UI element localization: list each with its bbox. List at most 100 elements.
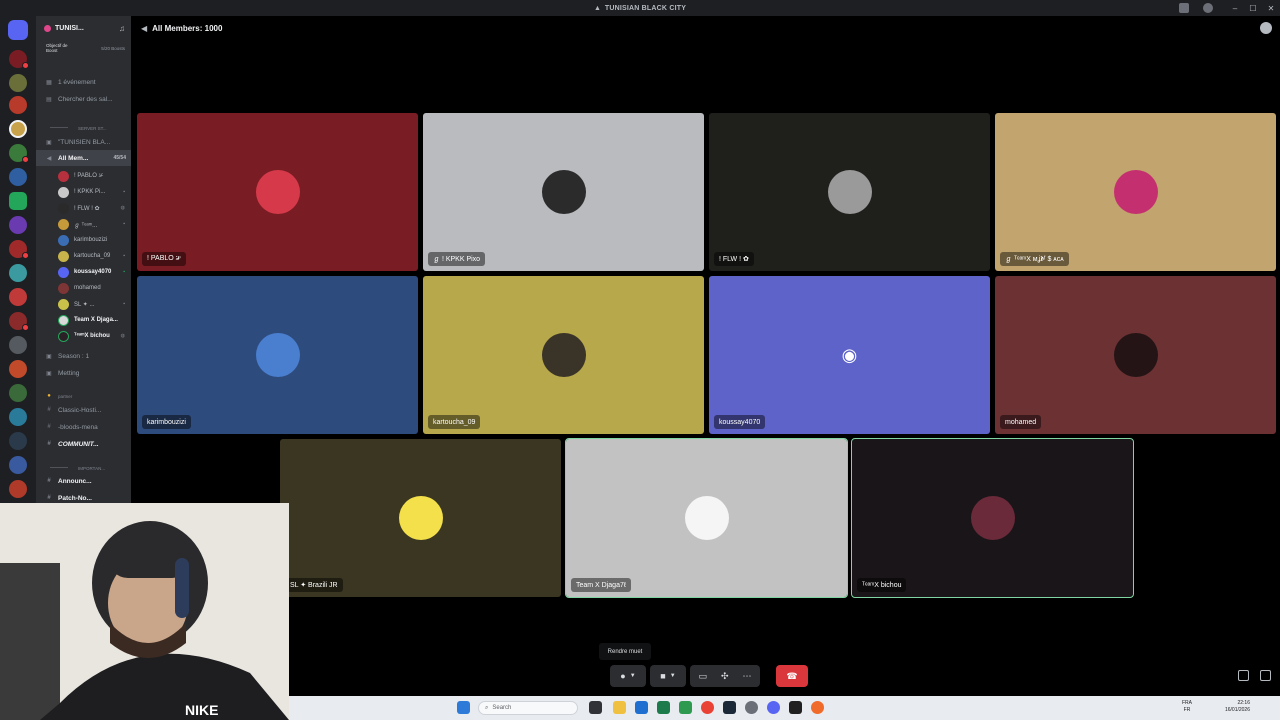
activity-icon[interactable]: ✣ [721,671,729,682]
server-icon[interactable] [9,264,27,282]
task-view-icon[interactable] [589,701,602,714]
sidebar-item-classic-hosting[interactable]: # Classic-Hosti... [36,402,131,418]
voice-tile[interactable]: ! PABLO ቻ [137,113,418,271]
discord-taskbar-icon[interactable] [767,701,780,714]
server-icon[interactable] [9,480,27,498]
voice-tile[interactable]: ! FLW ! ✿ [709,113,990,271]
edge-icon[interactable] [635,701,648,714]
sidebar-item-season[interactable]: ▣ Season : 1 [36,348,131,364]
lock-icon: ▣ [46,370,52,377]
sidebar-item-tunisien-channel[interactable]: ▣ "TUNISIEN BLA... [36,134,131,150]
discord-logo-icon: ◉ [841,344,858,365]
voice-user[interactable]: ᵀᵉᵃᵐX bichou ◍ [36,328,131,344]
server-icon[interactable] [9,384,27,402]
steam-icon[interactable] [723,701,736,714]
hash-icon: # [47,424,51,430]
language-indicator[interactable]: FRA FR [1182,700,1192,714]
voice-user[interactable]: koussay4070 ▪ [36,264,131,280]
chrome-icon[interactable] [701,701,714,714]
boost-progress[interactable]: Objectif de Boost 5/20 Boosts [36,40,131,56]
server-icon[interactable] [9,336,27,354]
screen-share-icon[interactable]: ▭ [698,671,707,682]
chevron-down-icon[interactable]: ▼ [630,673,636,679]
server-icon[interactable] [9,408,27,426]
sidebar-item-browse-channels[interactable]: ▤ Chercher des sal... [36,91,131,107]
search-placeholder: Search [492,705,512,711]
sidebar-item-label: All Mem... [58,154,89,162]
bell-icon[interactable]: ♫ [119,24,125,33]
voice-user[interactable]: ℊ ᵀᵉᵃᵐ... ▪ [36,216,131,232]
server-icon[interactable] [9,456,27,474]
voice-user[interactable]: mohamed [36,280,131,296]
voice-tile[interactable]: mohamed [995,276,1276,434]
voice-tile[interactable]: SL ✦ Brazili JR [280,439,561,597]
sidebar-item-announcements[interactable]: # Announc... [36,473,131,489]
stream-icon: ◍ [120,333,125,339]
discord-home-icon[interactable] [8,20,28,40]
fullscreen-icon[interactable] [1260,670,1271,681]
voice-user[interactable]: ! FLW ! ✿ ◍ [36,200,131,216]
disconnect-button[interactable]: ☎ [776,665,808,687]
voice-tile[interactable]: ℊ ! KPKK Pixo [423,113,704,271]
server-icon[interactable] [9,360,27,378]
mute-button[interactable]: ● ▼ [610,665,646,687]
chevron-down-icon[interactable]: ▼ [670,673,676,679]
server-icon-active[interactable] [9,120,27,138]
voice-tile-speaking[interactable]: Team X Djaga7ℓ [565,438,848,598]
discord-window: ▲ TUNISIAN BLACK CITY – ☐ ✕ TUNISI... ♫ … [0,0,1280,720]
brave-icon[interactable] [811,701,824,714]
app-icon[interactable] [789,701,802,714]
voice-tile[interactable]: karimbouzizi [137,276,418,434]
voice-tile[interactable]: kartoucha_09 [423,276,704,434]
excel-icon[interactable] [657,701,670,714]
search-icon: ⌕ [485,704,489,711]
sidebar-item-bloods-mena[interactable]: # -bloods-mena [36,419,131,435]
voice-user[interactable]: karimbouzizi [36,232,131,248]
sidebar-item-label: Metting [58,369,80,377]
calendar-icon: ▦ [46,79,52,86]
inbox-icon[interactable] [1179,3,1189,13]
voice-user[interactable]: Team X Djaga... [36,312,131,328]
server-icon[interactable] [9,216,27,234]
maximize-icon[interactable]: ☐ [1244,4,1262,13]
close-icon[interactable]: ✕ [1262,4,1280,13]
avatar [970,496,1015,540]
hash-icon: # [47,407,51,413]
taskbar-clock[interactable]: 22:16 16/01/2026 [1225,700,1250,714]
avatar [58,234,69,246]
voice-tile[interactable]: ℊ ᵀᵉᵃᵐX ᴍʝ𝖉ᶠ $ ᴀᴄᴀ [995,113,1276,271]
sidebar-item-events[interactable]: ▦ 1 événement [36,74,131,90]
voice-tile-name: ! FLW ! ✿ [714,252,754,266]
minimize-icon[interactable]: – [1226,4,1244,13]
more-icon[interactable]: ⋯ [743,671,752,682]
server-icon[interactable] [9,96,27,114]
server-icon[interactable] [9,288,27,306]
voice-user[interactable]: ! PABLO ቻ [36,168,131,184]
app-icon[interactable] [679,701,692,714]
taskbar-search[interactable]: ⌕ Search [478,701,578,715]
sidebar-item-metting[interactable]: ▣ Metting [36,365,131,381]
avatar [58,282,69,294]
sidebar-item-all-members-voice[interactable]: ◀ All Mem... 45/54 [36,150,131,166]
voice-user[interactable]: SL ✦ ... ▪ [36,296,131,312]
chat-icon[interactable] [1260,22,1272,34]
server-icon[interactable] [9,74,27,92]
voice-tile[interactable]: ◉ koussay4070 [709,276,990,434]
voice-user[interactable]: kartoucha_09 ▪ [36,248,131,264]
windows-start-icon[interactable] [457,701,470,714]
sidebar-item-community[interactable]: # COMMUNIT... [36,436,131,452]
file-explorer-icon[interactable] [613,701,626,714]
popout-icon[interactable] [1238,670,1249,681]
window-title: TUNISIAN BLACK CITY [604,4,687,12]
help-icon[interactable] [1203,3,1213,13]
server-icon[interactable] [9,432,27,450]
server-header[interactable]: TUNISI... ♫ [36,16,131,40]
server-icon[interactable] [9,192,27,210]
voice-user[interactable]: ! KPKK Pi... ▪ [36,184,131,200]
server-icon[interactable] [9,168,27,186]
voice-tile-speaking[interactable]: ᵀᵉᵃᵐX bichou [851,438,1134,598]
notification-badge [22,156,29,163]
stream-icon: ▪ [123,189,125,195]
camera-button[interactable]: ■ ▼ [650,665,686,687]
settings-icon[interactable] [745,701,758,714]
